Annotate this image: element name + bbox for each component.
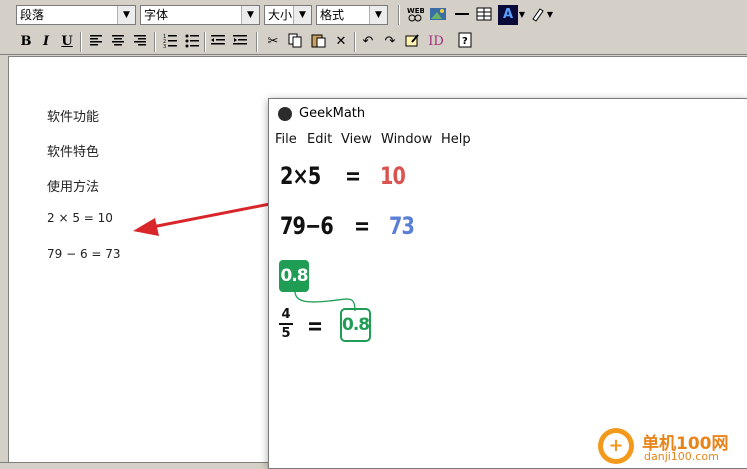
format-select-value: 格式 — [320, 8, 345, 22]
menu-bar: File Edit View Window Help — [269, 130, 747, 152]
paragraph-select[interactable]: 段落 ▼ — [16, 5, 136, 25]
editor-line: 79 − 6 = 73 — [47, 247, 121, 261]
copy-icon[interactable] — [285, 32, 305, 52]
chevron-down-icon[interactable]: ▼ — [546, 5, 554, 25]
title-bar: GeekMath — [269, 99, 747, 129]
chevron-down-icon[interactable]: ▼ — [117, 6, 135, 24]
align-right-icon[interactable] — [130, 32, 150, 52]
expression-1[interactable]: 2×5 — [280, 162, 321, 190]
align-center-icon[interactable] — [108, 32, 128, 52]
paragraph-select-value: 段落 — [20, 8, 45, 22]
font-select[interactable]: 字体 ▼ — [140, 5, 260, 25]
indent-icon[interactable] — [230, 32, 250, 52]
bold-button[interactable]: B — [16, 32, 36, 52]
window-title: GeekMath — [299, 106, 366, 121]
chevron-down-icon[interactable]: ▼ — [293, 6, 311, 24]
plus-icon: + — [603, 433, 629, 459]
edit-toolbar: B I U 123 ✂ ✕ ↶ ↷ ID ? — [0, 30, 747, 55]
geekmath-window: GeekMath File Edit View Window Help 2×5 … — [268, 98, 747, 469]
expression-left: 79−6 — [280, 212, 334, 240]
editor-line: 使用方法 — [47, 180, 100, 195]
id-icon[interactable]: ID — [426, 32, 446, 52]
watermark-url: danji100.com — [644, 450, 719, 463]
arrow-head — [133, 218, 159, 236]
toolbar-separator — [256, 32, 258, 52]
toolbar-separator — [354, 32, 356, 52]
size-select-value: 大小 — [268, 8, 293, 22]
expression-2[interactable]: 79−6 — [280, 212, 334, 240]
redo-icon[interactable]: ↷ — [380, 32, 400, 52]
insert-image-icon[interactable] — [428, 5, 448, 25]
edit-note-icon[interactable] — [402, 32, 422, 52]
web-link-icon[interactable]: WEB — [405, 5, 425, 25]
menu-help[interactable]: Help — [441, 132, 471, 147]
chevron-down-icon[interactable]: ▼ — [241, 6, 259, 24]
align-left-icon[interactable] — [86, 32, 106, 52]
horizontal-rule-icon[interactable] — [452, 5, 472, 25]
menu-view[interactable]: View — [341, 132, 372, 147]
size-select[interactable]: 大小 ▼ — [264, 5, 312, 25]
annotation-arrow — [133, 201, 276, 236]
menu-edit[interactable]: Edit — [307, 132, 332, 147]
cut-icon[interactable]: ✂ — [263, 32, 283, 52]
menu-window[interactable]: Window — [381, 132, 432, 147]
decimal-badge[interactable]: 0.8 — [279, 260, 309, 292]
watermark: + 单机100网 danji100.com — [598, 426, 747, 467]
equals-sign: = — [354, 212, 370, 240]
bullet-list-icon[interactable] — [182, 32, 202, 52]
result-value[interactable]: 73 — [389, 212, 415, 240]
equals-sign: = — [307, 312, 323, 340]
editor-line: 软件特色 — [47, 145, 100, 160]
equals-sign: = — [345, 162, 361, 190]
toolbar-separator — [204, 32, 206, 52]
undo-icon[interactable]: ↶ — [358, 32, 378, 52]
app-logo-icon — [278, 107, 292, 121]
toolbar-separator — [154, 32, 156, 52]
text-color-icon[interactable]: A — [498, 5, 518, 25]
format-toolbar: 段落 ▼ 字体 ▼ 大小 ▼ 格式 ▼ WEB A ▼ ▼ — [0, 0, 747, 31]
fraction-denominator: 5 — [281, 326, 291, 341]
chevron-down-icon[interactable]: ▼ — [518, 5, 526, 25]
fraction-bar — [279, 323, 293, 325]
underline-button[interactable]: U — [57, 32, 77, 52]
insert-table-icon[interactable] — [474, 5, 494, 25]
watermark-logo-icon: + — [598, 428, 634, 464]
numbered-list-icon[interactable]: 123 — [160, 32, 180, 52]
arrow-line — [146, 201, 276, 230]
menu-file[interactable]: File — [275, 132, 297, 147]
editor-line: 2 × 5 = 10 — [47, 211, 113, 225]
toolbar-separator — [398, 5, 400, 25]
fraction-numerator: 4 — [281, 307, 291, 322]
result-value[interactable]: 10 — [380, 162, 406, 190]
italic-button[interactable]: I — [36, 32, 56, 52]
delete-icon[interactable]: ✕ — [331, 32, 351, 52]
editor-line: 软件功能 — [47, 110, 100, 125]
fraction[interactable]: 4 5 — [279, 307, 293, 341]
svg-text:?: ? — [462, 36, 468, 47]
svg-text:WEB: WEB — [407, 7, 424, 15]
paste-icon[interactable] — [308, 32, 328, 52]
font-select-value: 字体 — [144, 8, 169, 22]
format-select[interactable]: 格式 ▼ — [316, 5, 388, 25]
outdent-icon[interactable] — [208, 32, 228, 52]
result-badge[interactable]: 0.8 — [340, 308, 371, 342]
chevron-down-icon[interactable]: ▼ — [369, 6, 387, 24]
expression-left: 2×5 — [280, 162, 321, 190]
toolbar-separator — [80, 32, 82, 52]
help-icon[interactable]: ? — [455, 32, 475, 52]
svg-text:3: 3 — [163, 44, 166, 48]
highlighter-icon[interactable] — [528, 5, 548, 25]
